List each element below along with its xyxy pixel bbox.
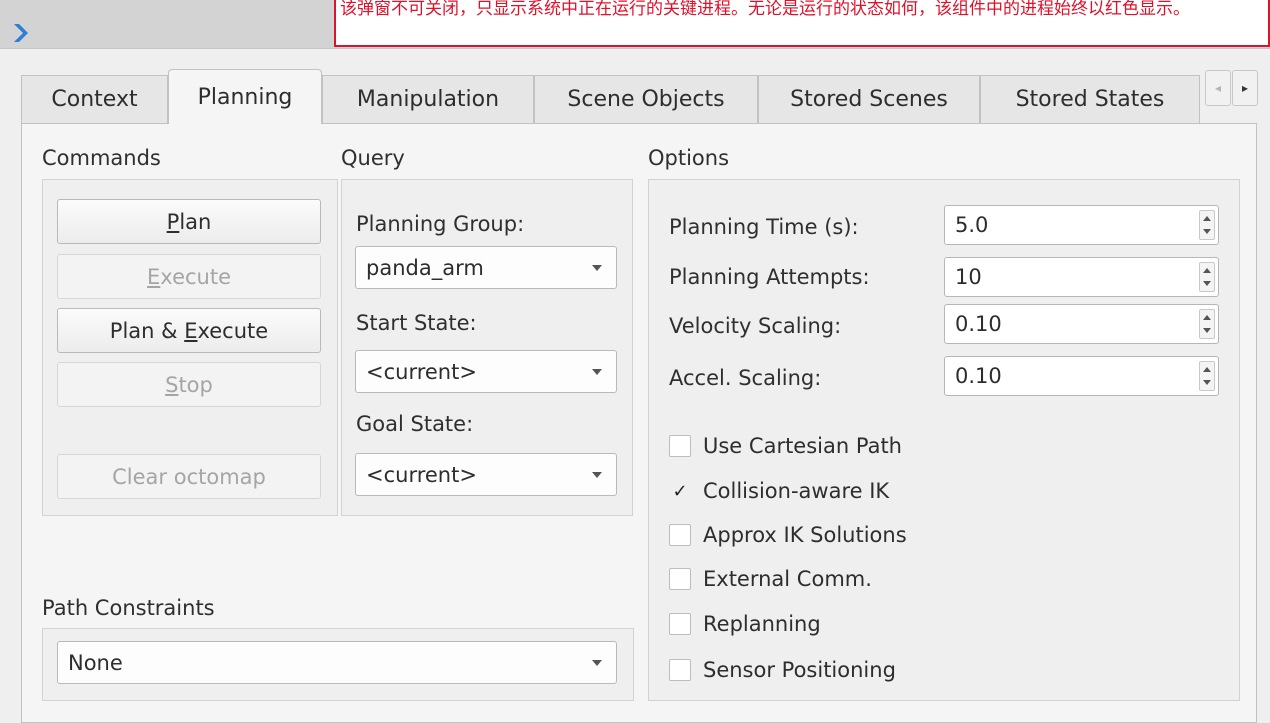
path-constraints-select[interactable]: None — [57, 641, 617, 684]
replanning-checkbox[interactable]: Replanning — [669, 609, 821, 639]
spin-arrows-icon[interactable] — [1199, 361, 1215, 391]
planning-group-label: Planning Group: — [356, 212, 525, 236]
chevron-down-icon — [592, 471, 602, 478]
path-constraints-title: Path Constraints — [42, 596, 215, 620]
spin-arrows-icon[interactable] — [1199, 210, 1215, 240]
start-state-label: Start State: — [356, 311, 477, 335]
options-title: Options — [648, 146, 730, 170]
start-state-select[interactable]: <current> — [355, 350, 617, 393]
collision-aware-ik-checkbox[interactable]: ✓ Collision-aware IK — [669, 476, 889, 506]
goal-state-select[interactable]: <current> — [355, 453, 617, 496]
spin-arrows-icon[interactable] — [1199, 309, 1215, 339]
planning-group-value: panda_arm — [366, 255, 484, 280]
velocity-scaling-label: Velocity Scaling: — [669, 314, 842, 338]
velocity-scaling-spinbox[interactable]: 0.10 — [944, 304, 1219, 344]
accel-scaling-value: 0.10 — [955, 364, 1002, 388]
planning-attempts-value: 10 — [955, 265, 982, 289]
path-constraints-value: None — [68, 650, 123, 675]
stop-button[interactable]: Stop — [57, 362, 321, 407]
checkmark-icon[interactable]: ✓ — [669, 480, 691, 502]
commands-title: Commands — [42, 146, 161, 170]
external-comm-checkbox[interactable]: External Comm. — [669, 564, 872, 594]
start-state-value: <current> — [366, 359, 477, 384]
checkbox-box[interactable] — [669, 524, 691, 546]
execute-button[interactable]: Execute — [57, 254, 321, 299]
accel-scaling-label: Accel. Scaling: — [669, 366, 822, 390]
clear-octomap-button[interactable]: Clear octomap — [57, 454, 321, 499]
use-cartesian-path-checkbox[interactable]: Use Cartesian Path — [669, 431, 902, 461]
chevron-down-icon — [592, 368, 602, 375]
chevron-down-icon — [592, 264, 602, 271]
goal-state-value: <current> — [366, 462, 477, 487]
planning-time-label: Planning Time (s): — [669, 215, 859, 239]
velocity-scaling-value: 0.10 — [955, 312, 1002, 336]
checkbox-box[interactable] — [669, 659, 691, 681]
checkbox-box[interactable] — [669, 435, 691, 457]
planning-group-select[interactable]: panda_arm — [355, 246, 617, 289]
planning-time-value: 5.0 — [955, 213, 989, 237]
approx-ik-solutions-checkbox[interactable]: Approx IK Solutions — [669, 520, 907, 550]
chevron-down-icon — [592, 659, 602, 666]
planning-attempts-spinbox[interactable]: 10 — [944, 257, 1219, 297]
goal-state-label: Goal State: — [356, 412, 474, 436]
accel-scaling-spinbox[interactable]: 0.10 — [944, 356, 1219, 396]
plan-and-execute-button[interactable]: Plan & Execute — [57, 308, 321, 353]
plan-button[interactable]: Plan — [57, 199, 321, 244]
checkbox-box[interactable] — [669, 613, 691, 635]
planning-time-spinbox[interactable]: 5.0 — [944, 205, 1219, 245]
query-title: Query — [341, 146, 405, 170]
sensor-positioning-checkbox[interactable]: Sensor Positioning — [669, 655, 896, 685]
planning-attempts-label: Planning Attempts: — [669, 265, 870, 289]
spin-arrows-icon[interactable] — [1199, 262, 1215, 292]
checkbox-box[interactable] — [669, 568, 691, 590]
